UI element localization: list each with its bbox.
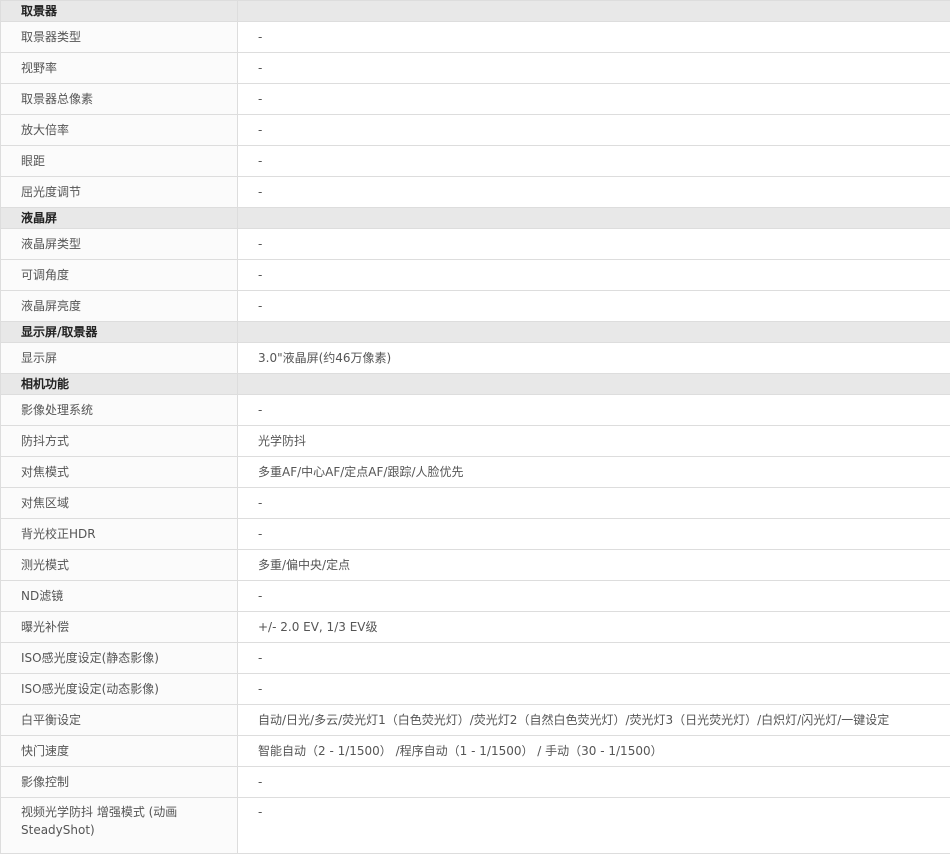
section-title: 相机功能 bbox=[1, 374, 238, 395]
spec-label: 取景器总像素 bbox=[1, 84, 238, 115]
spec-value: - bbox=[238, 488, 950, 519]
spec-label: 背光校正HDR bbox=[1, 519, 238, 550]
spec-value: - bbox=[238, 229, 950, 260]
spec-value: - bbox=[238, 767, 950, 798]
spec-table-body: 取景器取景器类型-视野率-取景器总像素-放大倍率-眼距-屈光度调节-液晶屏液晶屏… bbox=[1, 1, 950, 854]
spec-label: ISO感光度设定(动态影像) bbox=[1, 674, 238, 705]
spec-value: +/- 2.0 EV, 1/3 EV级 bbox=[238, 612, 950, 643]
spec-label: 曝光补偿 bbox=[1, 612, 238, 643]
spec-value: - bbox=[238, 519, 950, 550]
spec-label: 屈光度调节 bbox=[1, 177, 238, 208]
spec-value: - bbox=[238, 643, 950, 674]
section-title: 液晶屏 bbox=[1, 208, 238, 229]
spec-value: - bbox=[238, 395, 950, 426]
spec-value: - bbox=[238, 84, 950, 115]
spec-label: ISO感光度设定(静态影像) bbox=[1, 643, 238, 674]
spec-row: 白平衡设定自动/日光/多云/荧光灯1（白色荧光灯）/荧光灯2（自然白色荧光灯）/… bbox=[1, 705, 950, 736]
spec-value: - bbox=[238, 115, 950, 146]
spec-label: 可调角度 bbox=[1, 260, 238, 291]
spec-row: 显示屏3.0"液晶屏(约46万像素) bbox=[1, 343, 950, 374]
spec-row: 防抖方式光学防抖 bbox=[1, 426, 950, 457]
spec-row: ND滤镜- bbox=[1, 581, 950, 612]
section-header-row: 液晶屏 bbox=[1, 208, 950, 229]
spec-row: 对焦模式多重AF/中心AF/定点AF/跟踪/人脸优先 bbox=[1, 457, 950, 488]
spec-row: 放大倍率- bbox=[1, 115, 950, 146]
section-header-blank bbox=[238, 374, 950, 395]
spec-value: - bbox=[238, 146, 950, 177]
spec-value: - bbox=[238, 53, 950, 84]
spec-row: 取景器类型- bbox=[1, 22, 950, 53]
spec-value: - bbox=[238, 291, 950, 322]
spec-row: 曝光补偿+/- 2.0 EV, 1/3 EV级 bbox=[1, 612, 950, 643]
spec-row: 取景器总像素- bbox=[1, 84, 950, 115]
spec-row: ISO感光度设定(静态影像)- bbox=[1, 643, 950, 674]
spec-row: ISO感光度设定(动态影像)- bbox=[1, 674, 950, 705]
spec-label: 影像处理系统 bbox=[1, 395, 238, 426]
spec-value: - bbox=[238, 581, 950, 612]
spec-table: 取景器取景器类型-视野率-取景器总像素-放大倍率-眼距-屈光度调节-液晶屏液晶屏… bbox=[0, 0, 950, 854]
spec-label: 取景器类型 bbox=[1, 22, 238, 53]
spec-value: 多重AF/中心AF/定点AF/跟踪/人脸优先 bbox=[238, 457, 950, 488]
spec-row: 影像处理系统- bbox=[1, 395, 950, 426]
spec-row: 眼距- bbox=[1, 146, 950, 177]
section-header-blank bbox=[238, 208, 950, 229]
section-title: 显示屏/取景器 bbox=[1, 322, 238, 343]
spec-label: 对焦区域 bbox=[1, 488, 238, 519]
spec-label: 对焦模式 bbox=[1, 457, 238, 488]
spec-value: - bbox=[238, 798, 950, 854]
section-header-row: 显示屏/取景器 bbox=[1, 322, 950, 343]
spec-label: 快门速度 bbox=[1, 736, 238, 767]
spec-value: 多重/偏中央/定点 bbox=[238, 550, 950, 581]
spec-row: 液晶屏类型- bbox=[1, 229, 950, 260]
spec-value: 光学防抖 bbox=[238, 426, 950, 457]
spec-value: 智能自动（2 - 1/1500） /程序自动（1 - 1/1500） / 手动（… bbox=[238, 736, 950, 767]
spec-label: 液晶屏类型 bbox=[1, 229, 238, 260]
spec-label: 影像控制 bbox=[1, 767, 238, 798]
spec-label: 视频光学防抖 增强模式 (动画 SteadyShot) bbox=[1, 798, 238, 854]
spec-label: 显示屏 bbox=[1, 343, 238, 374]
spec-value: - bbox=[238, 22, 950, 53]
spec-row: 视频光学防抖 增强模式 (动画 SteadyShot)- bbox=[1, 798, 950, 854]
section-title: 取景器 bbox=[1, 1, 238, 22]
section-header-blank bbox=[238, 322, 950, 343]
spec-row: 屈光度调节- bbox=[1, 177, 950, 208]
spec-label: 测光模式 bbox=[1, 550, 238, 581]
spec-value: 3.0"液晶屏(约46万像素) bbox=[238, 343, 950, 374]
spec-row: 液晶屏亮度- bbox=[1, 291, 950, 322]
spec-value: - bbox=[238, 674, 950, 705]
spec-label: 放大倍率 bbox=[1, 115, 238, 146]
spec-label: 液晶屏亮度 bbox=[1, 291, 238, 322]
section-header-blank bbox=[238, 1, 950, 22]
spec-label: 白平衡设定 bbox=[1, 705, 238, 736]
spec-row: 视野率- bbox=[1, 53, 950, 84]
spec-value: - bbox=[238, 260, 950, 291]
spec-value: - bbox=[238, 177, 950, 208]
spec-row: 对焦区域- bbox=[1, 488, 950, 519]
spec-row: 测光模式多重/偏中央/定点 bbox=[1, 550, 950, 581]
spec-label: 防抖方式 bbox=[1, 426, 238, 457]
spec-label: ND滤镜 bbox=[1, 581, 238, 612]
section-header-row: 相机功能 bbox=[1, 374, 950, 395]
section-header-row: 取景器 bbox=[1, 1, 950, 22]
spec-label: 视野率 bbox=[1, 53, 238, 84]
spec-row: 影像控制- bbox=[1, 767, 950, 798]
spec-row: 可调角度- bbox=[1, 260, 950, 291]
spec-row: 背光校正HDR- bbox=[1, 519, 950, 550]
spec-label: 眼距 bbox=[1, 146, 238, 177]
spec-value: 自动/日光/多云/荧光灯1（白色荧光灯）/荧光灯2（自然白色荧光灯）/荧光灯3（… bbox=[238, 705, 950, 736]
spec-row: 快门速度智能自动（2 - 1/1500） /程序自动（1 - 1/1500） /… bbox=[1, 736, 950, 767]
